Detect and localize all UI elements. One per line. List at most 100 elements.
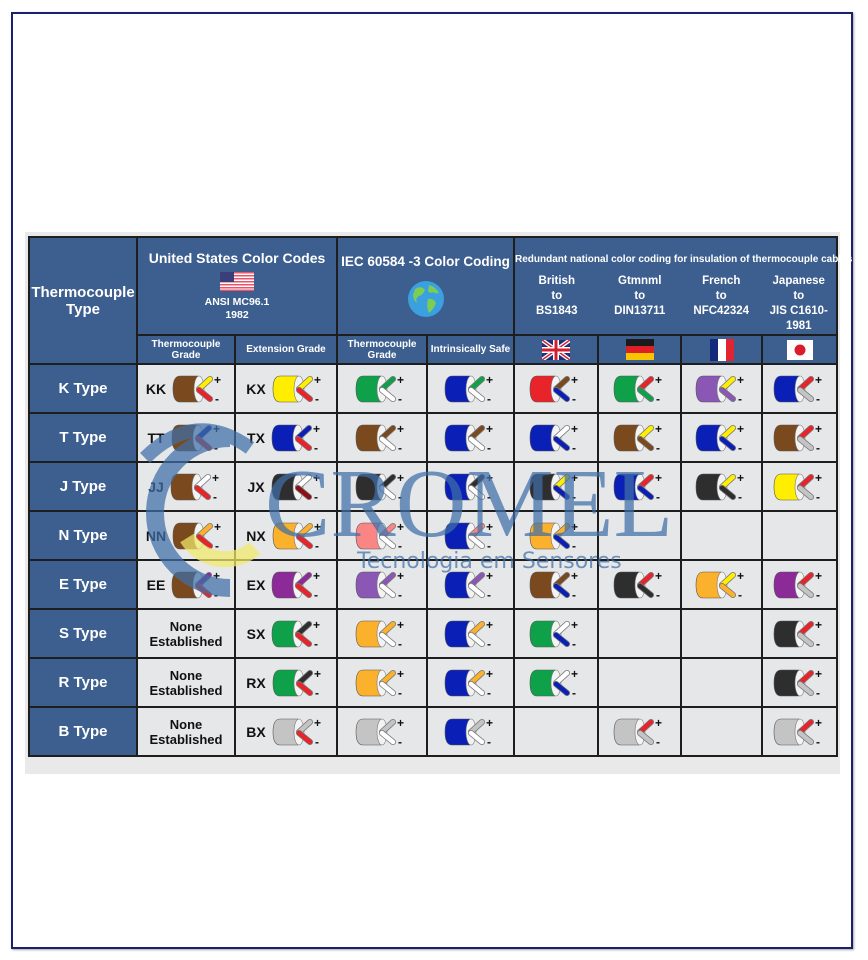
svg-text:-: -	[572, 686, 576, 700]
cell-german: + -	[597, 461, 683, 512]
cable-icon: +-	[695, 373, 744, 406]
us-title: United States Color Codes	[148, 250, 326, 266]
row-type-label: K Type	[28, 363, 138, 414]
none-established-text: Established	[149, 731, 223, 747]
svg-text:-: -	[213, 490, 217, 504]
grade-code: JX	[247, 478, 265, 495]
cell-german: + -	[597, 363, 683, 414]
cell-iec-is: + -	[425, 559, 516, 610]
svg-text:+: +	[655, 471, 662, 485]
svg-text:-: -	[398, 735, 402, 749]
cable-icon: +-	[773, 618, 822, 651]
svg-text:+: +	[655, 422, 662, 436]
country-std: JIS C1610-1981	[769, 305, 828, 332]
row-type-label: N Type	[28, 510, 138, 561]
cell-us-tc: EE + -	[136, 559, 236, 610]
cable-icon: +-	[773, 667, 822, 700]
cable-icon: +-	[613, 716, 662, 749]
cell-us-tc: KK + -	[136, 363, 236, 414]
us-color-codes-header: United States Color Codes ANSI MC96.1 19…	[136, 236, 338, 336]
svg-text:-: -	[398, 686, 402, 700]
none-established-text: None	[169, 618, 203, 634]
cable-icon: +-	[444, 471, 493, 504]
cable-icon: +-	[355, 716, 404, 749]
svg-text:-: -	[487, 637, 491, 651]
cell-us-ext: TX + -	[234, 412, 338, 463]
cable-icon: +-	[695, 422, 744, 455]
svg-text:-: -	[572, 637, 576, 651]
svg-text:-: -	[572, 392, 576, 406]
svg-text:-: -	[656, 490, 660, 504]
svg-text:-: -	[398, 588, 402, 602]
row-type-label: R Type	[28, 657, 138, 708]
cell-us-ext: JX + -	[234, 461, 338, 512]
svg-text:+: +	[397, 716, 404, 730]
svg-text:-: -	[487, 588, 491, 602]
cell-german	[597, 657, 683, 708]
cell-japanese: + -	[761, 363, 839, 414]
cable-icon: +-	[355, 667, 404, 700]
cell-us-tc: JJ + -	[136, 461, 236, 512]
cable-icon: +-	[355, 618, 404, 651]
svg-text:+: +	[212, 471, 219, 485]
cable-icon: +-	[355, 471, 404, 504]
cable-icon: +-	[170, 471, 219, 504]
svg-text:-: -	[738, 588, 742, 602]
cell-british: + -	[513, 510, 600, 561]
cable-icon: +-	[444, 716, 493, 749]
cable-icon: +-	[444, 520, 493, 553]
svg-text:-: -	[572, 490, 576, 504]
svg-text:-: -	[314, 490, 318, 504]
country-name: British	[538, 275, 575, 287]
country-to: to	[793, 290, 805, 302]
country-name: Gtmnml	[618, 275, 662, 287]
svg-text:+: +	[815, 422, 822, 436]
table-row: N Type NN + - NX + - + - + - + -	[28, 510, 839, 561]
cable-icon: +-	[272, 618, 320, 651]
cable-icon: +-	[613, 569, 662, 602]
color-code-table: Thermocouple Type United States Color Co…	[28, 236, 852, 757]
us-standard: ANSI MC96.1	[204, 296, 270, 308]
cable-icon: +-	[444, 373, 493, 406]
cell-iec-is: + -	[425, 412, 516, 463]
svg-text:-: -	[315, 735, 319, 749]
subheader-iec-thermocouple-grade: Thermocouple Grade	[336, 334, 428, 365]
svg-text:+: +	[486, 471, 493, 485]
svg-text:+: +	[213, 422, 220, 436]
svg-text:+: +	[397, 667, 404, 681]
cell-iec-is: + -	[425, 363, 516, 414]
cable-icon: +-	[272, 373, 321, 406]
cell-us-ext: NX + -	[234, 510, 338, 561]
svg-text:+: +	[815, 569, 822, 583]
svg-text:+: +	[815, 667, 822, 681]
cell-german	[597, 510, 683, 561]
svg-text:+: +	[486, 618, 493, 632]
svg-text:-: -	[315, 392, 319, 406]
table-row: R Type None Established RX + - + - + - + - + -	[28, 657, 839, 708]
svg-text:+: +	[815, 618, 822, 632]
cable-icon: +-	[773, 373, 822, 406]
cable-icon: +-	[172, 569, 220, 602]
country-to: to	[634, 290, 646, 302]
cell-japanese: + -	[761, 608, 839, 659]
cable-icon: +-	[773, 716, 822, 749]
svg-text:+: +	[655, 569, 662, 583]
table-row: E Type EE + - EX + - + - + - + - + - + - + -	[28, 559, 839, 610]
cell-us-ext: RX + -	[234, 657, 338, 708]
cable-icon: +-	[529, 373, 578, 406]
cell-british: + -	[513, 363, 600, 414]
svg-text:-: -	[215, 392, 219, 406]
cell-french	[680, 657, 764, 708]
cable-icon: +-	[613, 422, 662, 455]
svg-text:-: -	[315, 539, 319, 553]
svg-text:-: -	[398, 637, 402, 651]
cell-iec-is: + -	[425, 608, 516, 659]
svg-text:+: +	[815, 373, 822, 387]
cell-us-ext: KX + -	[234, 363, 338, 414]
cell-french: + -	[680, 559, 764, 610]
cell-french	[680, 608, 764, 659]
row-type-label: S Type	[28, 608, 138, 659]
svg-text:+: +	[571, 471, 578, 485]
cable-icon: +-	[695, 569, 744, 602]
svg-text:+: +	[397, 618, 404, 632]
